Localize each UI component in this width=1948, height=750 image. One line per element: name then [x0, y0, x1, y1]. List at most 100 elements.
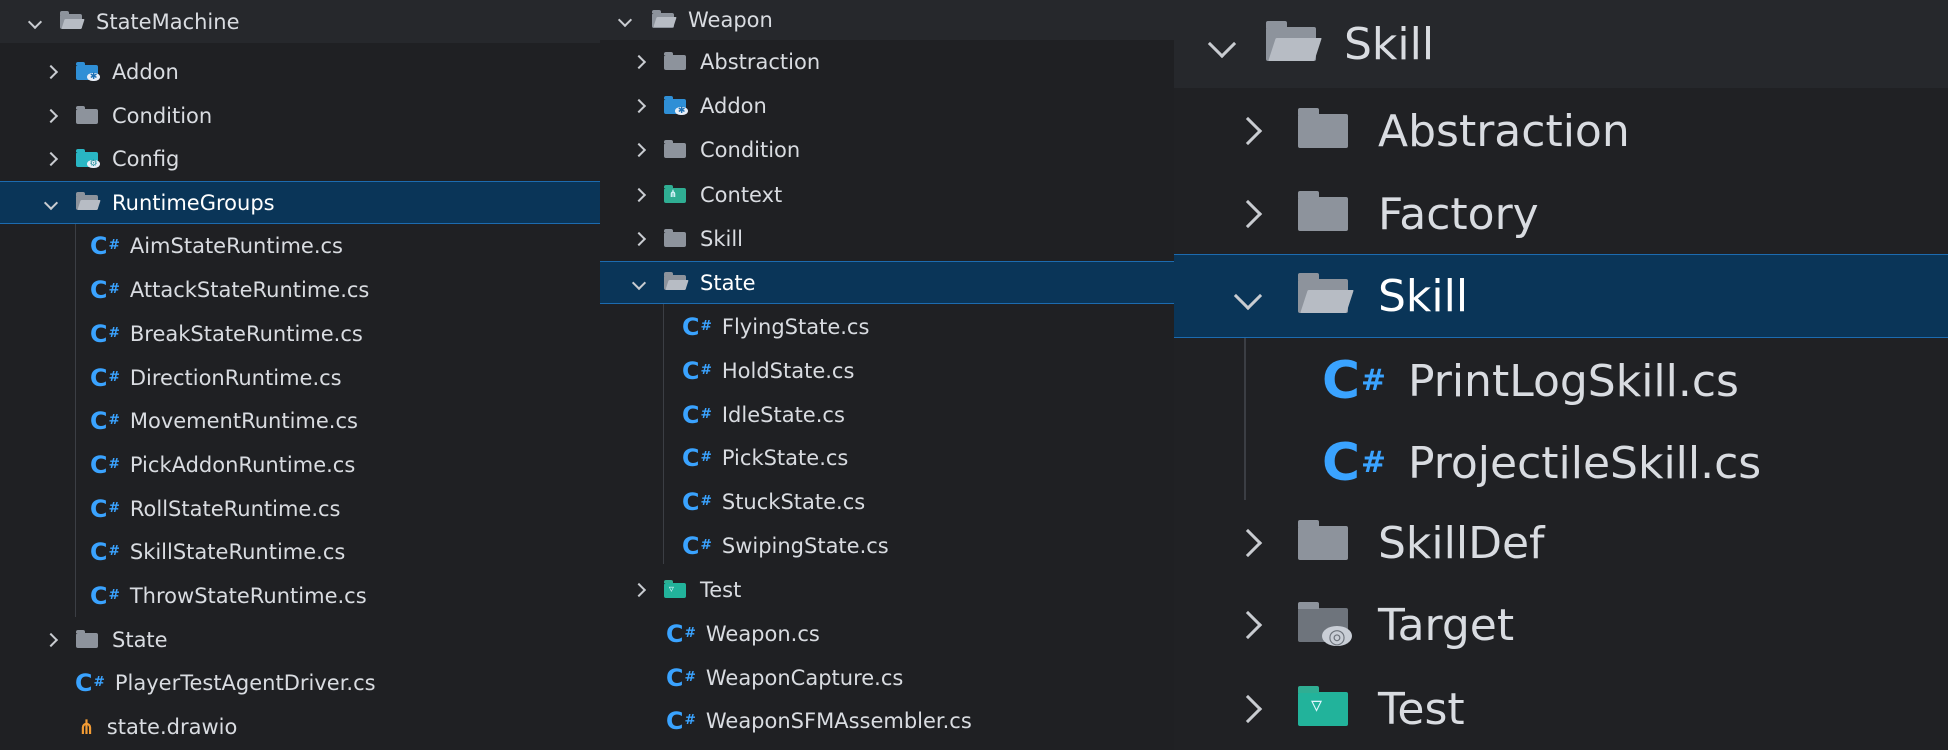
- csharp-file-icon: C #: [682, 357, 712, 385]
- tree-item-file[interactable]: C # DirectionRuntime.cs: [0, 360, 600, 396]
- tree-item-test[interactable]: ▿ Test: [1174, 676, 1948, 742]
- tree-item-addon[interactable]: ✱ Addon: [0, 54, 600, 90]
- folder-addon-icon: ✱: [664, 95, 688, 116]
- chevron-right-icon[interactable]: [1233, 528, 1263, 558]
- folder-icon: [1298, 107, 1348, 148]
- csharp-file-icon: C #: [75, 669, 105, 697]
- tree-item-file[interactable]: C # SkillStateRuntime.cs: [0, 534, 600, 570]
- tree-item-label: State: [112, 628, 168, 652]
- tree-item-label: FlyingState.cs: [721, 315, 870, 339]
- chevron-down-icon[interactable]: [617, 12, 633, 28]
- tree-item-label: Condition: [112, 104, 213, 128]
- chevron-down-icon[interactable]: [1207, 29, 1237, 59]
- chevron-right-icon[interactable]: [631, 187, 647, 203]
- chevron-right-icon[interactable]: [1233, 694, 1263, 724]
- tree-item-addon[interactable]: ✱ Addon: [600, 88, 1174, 124]
- csharp-file-icon: C #: [1322, 433, 1386, 493]
- tree-item-file[interactable]: C # SwipingState.cs: [600, 528, 1174, 564]
- csharp-file-icon: C #: [682, 313, 712, 341]
- chevron-down-icon[interactable]: [1233, 281, 1263, 311]
- csharp-file-icon: C #: [90, 232, 120, 260]
- chevron-right-icon[interactable]: [631, 582, 647, 598]
- chevron-right-icon[interactable]: [43, 64, 59, 80]
- chevron-down-icon[interactable]: [27, 14, 43, 29]
- chevron-right-icon[interactable]: [1233, 116, 1263, 146]
- tree-item-file[interactable]: C # PickAddonRuntime.cs: [0, 447, 600, 483]
- chevron-right-icon[interactable]: [43, 151, 59, 167]
- tree-item-file[interactable]: ⋔ state.drawio: [0, 709, 600, 745]
- tree-item-factory[interactable]: Factory: [1174, 181, 1948, 247]
- folder-icon: [664, 228, 686, 247]
- tree-item-file[interactable]: C # BreakStateRuntime.cs: [0, 316, 600, 352]
- folder-icon: [1298, 190, 1348, 231]
- tree-item-abstraction[interactable]: Abstraction: [1174, 98, 1948, 164]
- tree-item-file[interactable]: C # AttackStateRuntime.cs: [0, 272, 600, 308]
- chevron-right-icon[interactable]: [1233, 199, 1263, 229]
- tree-item-label: SkillDef: [1378, 517, 1545, 569]
- tree-item-state[interactable]: State: [0, 622, 600, 658]
- chevron-right-icon[interactable]: [631, 142, 647, 158]
- folder-icon: [1298, 519, 1348, 560]
- csharp-file-icon: C #: [90, 451, 120, 479]
- tree-item-file[interactable]: C # PickState.cs: [600, 440, 1174, 476]
- tree-item-file[interactable]: C # ProjectileSkill.cs: [1174, 430, 1948, 496]
- csharp-file-icon: C #: [90, 364, 120, 392]
- tree-item-file[interactable]: C # Weapon.cs: [600, 616, 1174, 652]
- tree-item-state[interactable]: State: [600, 261, 1174, 304]
- tree-item-label: MovementRuntime.cs: [129, 409, 358, 433]
- tree-item-label: PickState.cs: [721, 446, 849, 470]
- chevron-down-icon[interactable]: [43, 195, 59, 210]
- chevron-right-icon[interactable]: [631, 98, 647, 114]
- tree-item-label: Addon: [112, 60, 179, 84]
- chevron-right-icon[interactable]: [631, 231, 647, 247]
- tree-root-statemachine[interactable]: StateMachine: [0, 0, 600, 43]
- tree-root-skill[interactable]: Skill: [1174, 0, 1948, 88]
- tree-item-file[interactable]: C # ThrowStateRuntime.cs: [0, 578, 600, 614]
- chevron-right-icon[interactable]: [43, 632, 59, 648]
- tree-item-label: Skill: [700, 227, 743, 251]
- folder-open-icon: [60, 11, 85, 29]
- folder-test-icon: ▿: [664, 579, 686, 598]
- tree-item-label: RuntimeGroups: [112, 190, 275, 215]
- tree-item-file[interactable]: C # AimStateRuntime.cs: [0, 228, 600, 264]
- tree-item-file[interactable]: C # WeaponSFMAssembler.cs: [600, 703, 1174, 739]
- tree-root-weapon[interactable]: Weapon: [600, 0, 1174, 40]
- tree-item-file[interactable]: C # FlyingState.cs: [600, 309, 1174, 345]
- chevron-right-icon[interactable]: [631, 54, 647, 70]
- tree-item-label: Skill: [1378, 270, 1469, 322]
- tree-item-file[interactable]: C # HoldState.cs: [600, 353, 1174, 389]
- tree-item-target[interactable]: ◎ Target: [1174, 592, 1948, 658]
- tree-item-file[interactable]: C # PrintLogSkill.cs: [1174, 348, 1948, 414]
- tree-item-label: AimStateRuntime.cs: [129, 234, 343, 258]
- tree-item-skilldef[interactable]: SkillDef: [1174, 510, 1948, 576]
- tree-item-config[interactable]: ⚙ Config: [0, 141, 600, 177]
- csharp-file-icon: C #: [666, 664, 696, 692]
- drawio-file-icon: ⋔: [78, 715, 95, 739]
- tree-item-label: ProjectileSkill.cs: [1407, 437, 1762, 489]
- chevron-right-icon[interactable]: [43, 108, 59, 124]
- csharp-file-icon: C #: [90, 582, 120, 610]
- chevron-down-icon[interactable]: [631, 275, 647, 290]
- tree-item-condition[interactable]: Condition: [600, 132, 1174, 168]
- tree-item-file[interactable]: C # RollStateRuntime.cs: [0, 491, 600, 527]
- tree-item-runtimegroups[interactable]: RuntimeGroups: [0, 181, 600, 224]
- tree-item-skill[interactable]: Skill: [600, 221, 1174, 257]
- folder-target-icon: ◎: [1298, 601, 1352, 647]
- chevron-right-icon[interactable]: [1233, 610, 1263, 640]
- tree-item-label: DirectionRuntime.cs: [129, 366, 342, 390]
- tree-item-abstraction[interactable]: Abstraction: [600, 44, 1174, 80]
- tree-item-condition[interactable]: Condition: [0, 98, 600, 134]
- tree-item-label: Test: [700, 578, 742, 602]
- tree-item-label: AttackStateRuntime.cs: [129, 278, 370, 302]
- folder-icon: [664, 139, 686, 158]
- tree-item-file[interactable]: C # PlayerTestAgentDriver.cs: [0, 665, 600, 701]
- tree-item-file[interactable]: C # WeaponCapture.cs: [600, 660, 1174, 696]
- tree-item-file[interactable]: C # StuckState.cs: [600, 484, 1174, 520]
- folder-icon: [76, 105, 98, 124]
- tree-item-test[interactable]: ▿ Test: [600, 572, 1174, 608]
- tree-item-label: WeaponCapture.cs: [705, 666, 904, 690]
- tree-item-skill[interactable]: Skill: [1174, 254, 1948, 338]
- tree-item-file[interactable]: C # IdleState.cs: [600, 397, 1174, 433]
- tree-item-context[interactable]: ⋔ Context: [600, 177, 1174, 213]
- tree-item-file[interactable]: C # MovementRuntime.cs: [0, 403, 600, 439]
